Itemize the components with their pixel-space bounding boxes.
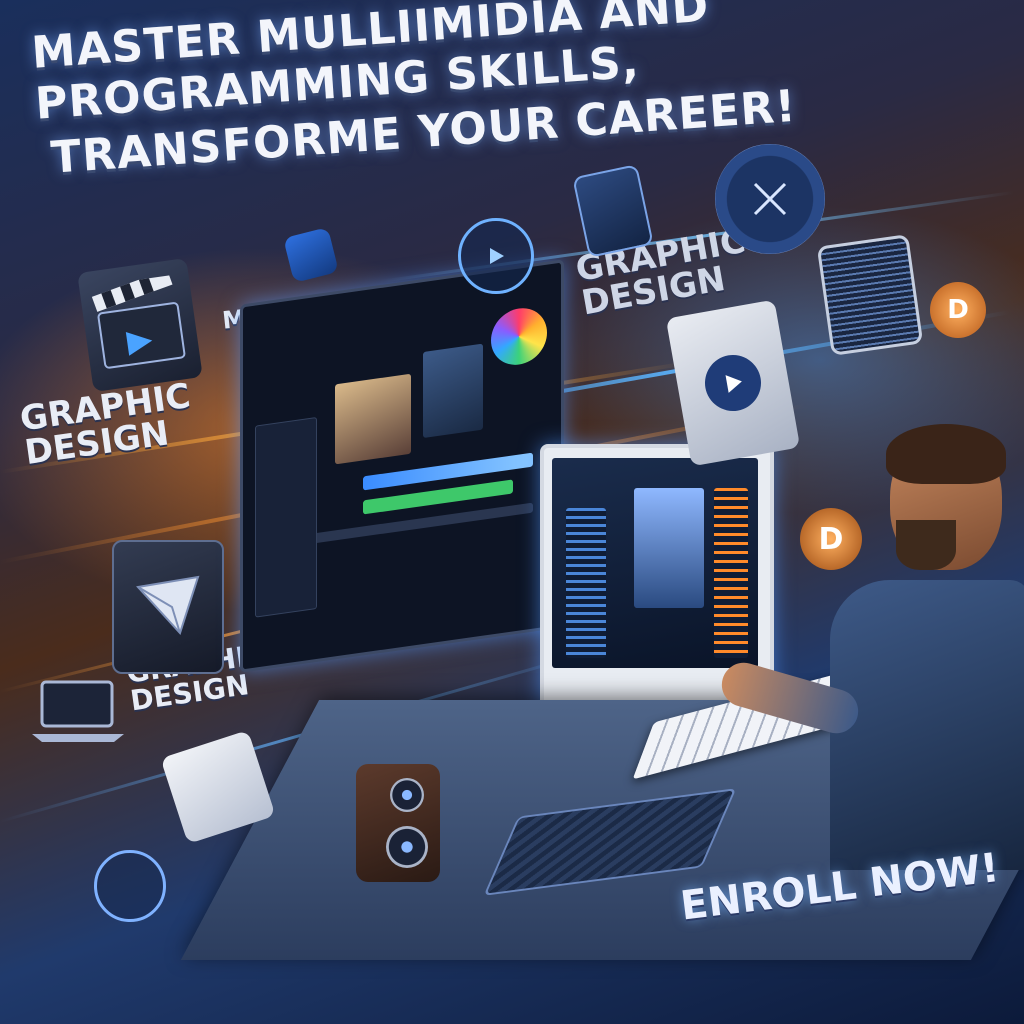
headline: MASTER MULLIIMIDIA AND PROGRAMMING SKILL…: [30, 0, 1019, 185]
code-column: [566, 508, 606, 658]
person-body: [830, 580, 1024, 870]
laptop-icon: [28, 676, 128, 746]
tool-panel: [255, 416, 317, 618]
layers-icon: [283, 227, 339, 283]
speaker-icon: [356, 764, 440, 882]
person-beard: [896, 520, 956, 570]
bookmark-icon: [572, 164, 654, 258]
badge-letter: D: [947, 295, 969, 325]
ad-poster: MASTER MULLIIMIDIA AND PROGRAMMING SKILL…: [0, 0, 1024, 1024]
speaker-cone: [390, 778, 424, 812]
compass-icon: [715, 144, 825, 254]
envelope-icon: [112, 540, 224, 674]
play-button-icon: [458, 218, 534, 294]
code-column: [714, 488, 748, 658]
clapperboard-icon: [77, 257, 203, 393]
video-preview: [335, 373, 411, 465]
preview-panel: [423, 343, 483, 439]
editing-monitor: [240, 259, 564, 673]
code-card: [816, 234, 924, 356]
play-icon: [665, 299, 801, 467]
speaker-cone: [386, 826, 428, 868]
rewind-icon: [94, 850, 166, 922]
person: [716, 424, 1024, 870]
graphic-design-label-left: GRAPHIC DESIGN: [17, 375, 193, 474]
code-column: [634, 488, 704, 608]
color-wheel-icon: [491, 304, 547, 369]
letter-badge-icon: D: [930, 282, 986, 338]
person-hair: [886, 424, 1006, 484]
